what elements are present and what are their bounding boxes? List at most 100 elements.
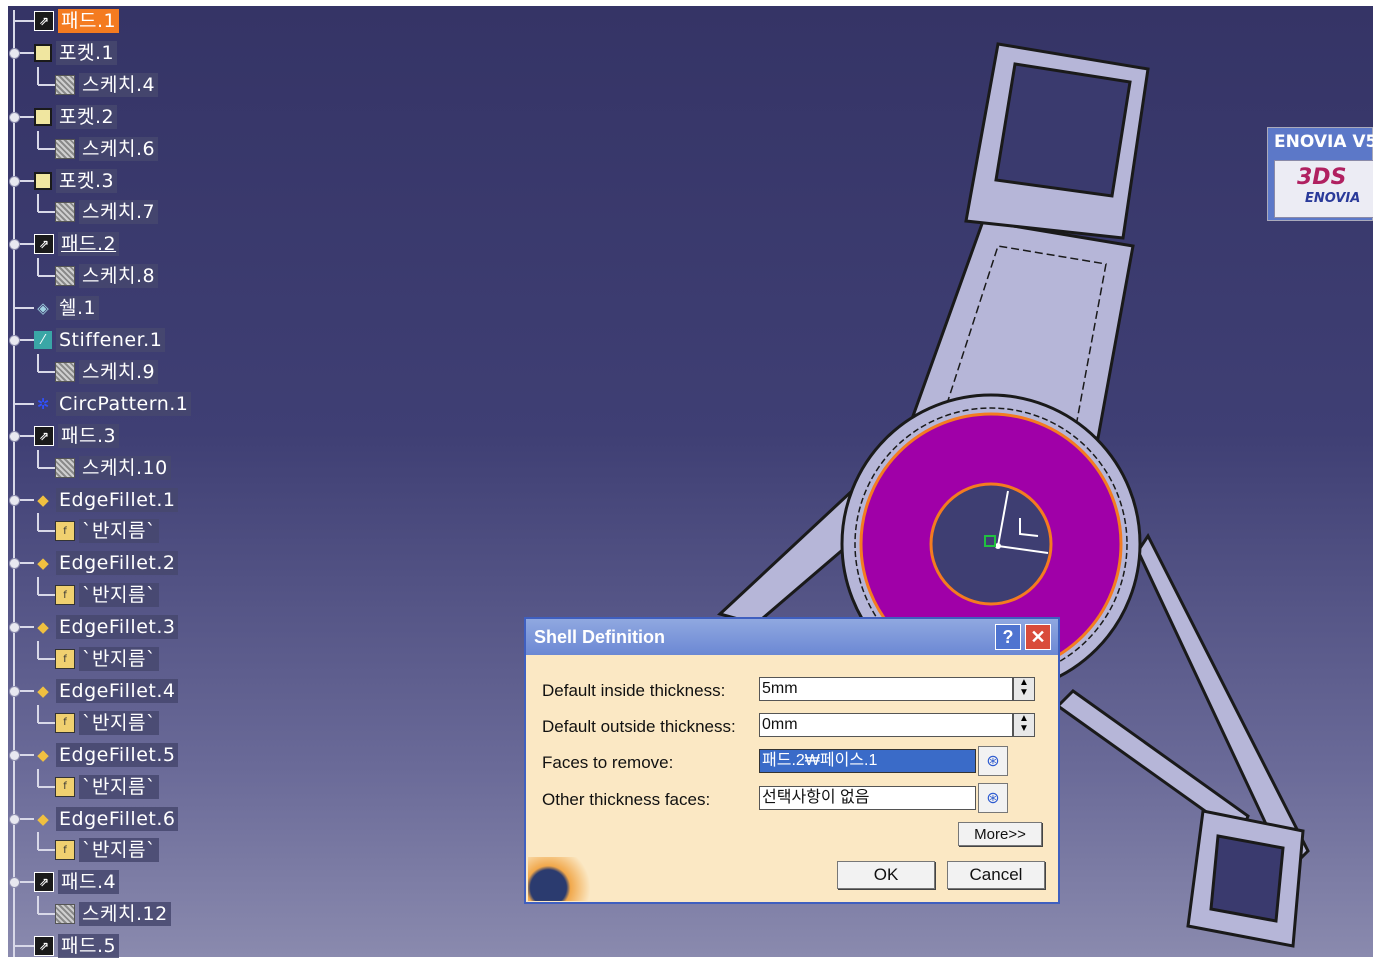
- fillet-icon: ◆: [37, 809, 49, 828]
- tree-item[interactable]: f `반지름`: [55, 582, 159, 608]
- tree-item[interactable]: ◆ EdgeFillet.2: [34, 550, 179, 576]
- tree-item[interactable]: ⇗ 패드.3: [34, 423, 120, 449]
- inside-thickness-field[interactable]: 5mm: [759, 677, 1013, 701]
- tree-item-label: 패드.5: [58, 934, 120, 959]
- tree-expander-icon[interactable]: [9, 749, 20, 761]
- tree-expander-icon[interactable]: [9, 622, 20, 634]
- dialog-titlebar[interactable]: Shell Definition ? ✕: [526, 619, 1058, 655]
- tree-expander-icon[interactable]: [9, 813, 20, 825]
- tree-item-label: EdgeFillet.3: [56, 615, 179, 640]
- tree-item[interactable]: 포켓.1: [34, 40, 118, 66]
- pad-icon: ⇗: [34, 425, 54, 446]
- tree-item-label: 패드.3: [58, 423, 120, 448]
- tree-expander-icon[interactable]: [9, 335, 20, 346]
- tree-item[interactable]: 스케치.12: [55, 901, 171, 927]
- tree-item[interactable]: f `반지름`: [55, 837, 159, 863]
- pocket-icon: [34, 43, 52, 62]
- tree-item[interactable]: ⇗ 패드.4: [34, 869, 120, 895]
- ok-button[interactable]: OK: [837, 861, 935, 889]
- outside-thickness-field[interactable]: 0mm: [759, 713, 1013, 737]
- tree-item[interactable]: f `반지름`: [55, 710, 159, 736]
- tree-item-label: `반지름`: [79, 710, 159, 735]
- pad-icon: ⇗: [34, 234, 54, 255]
- tree-item[interactable]: 포켓.2: [34, 104, 118, 130]
- tree-expander-icon[interactable]: [9, 430, 20, 442]
- faces-to-remove-pick-icon[interactable]: ⊛: [978, 746, 1008, 776]
- pocket-icon: [34, 107, 52, 126]
- tree-item-label: EdgeFillet.5: [56, 742, 179, 767]
- tree-item[interactable]: f `반지름`: [55, 646, 159, 672]
- tree-item[interactable]: 스케치.8: [55, 263, 159, 289]
- outside-thickness-label: Default outside thickness:: [542, 717, 736, 736]
- tree-item[interactable]: ◆ EdgeFillet.3: [34, 614, 179, 640]
- sketch-icon: [55, 904, 75, 925]
- tree-expander-icon[interactable]: [9, 685, 20, 697]
- tree-item-label: 스케치.4: [79, 72, 159, 97]
- dialog-decoration: [528, 857, 596, 901]
- tree-item[interactable]: ◈ 쉘.1: [34, 295, 100, 321]
- tree-item-label: 패드.4: [58, 870, 120, 895]
- other-thickness-faces-pick-icon[interactable]: ⊛: [978, 783, 1008, 813]
- tree-item-label: EdgeFillet.1: [56, 487, 179, 512]
- radius-icon: f: [55, 840, 75, 861]
- fillet-icon: ◆: [37, 554, 49, 573]
- tree-expander-icon[interactable]: [9, 877, 20, 889]
- fillet-icon: ◆: [37, 745, 49, 764]
- pad-icon: ⇗: [34, 11, 54, 31]
- tree-item-label: `반지름`: [79, 583, 159, 608]
- tree-item[interactable]: 스케치.10: [55, 455, 171, 481]
- inside-thickness-spinner[interactable]: ▲ ▼: [1013, 677, 1035, 701]
- tree-item-label: 스케치.7: [79, 200, 159, 225]
- tree-item[interactable]: 스케치.6: [55, 136, 159, 162]
- tree-item-label: 패드.1: [58, 9, 120, 33]
- tree-expander-icon[interactable]: [9, 239, 20, 251]
- sketch-icon: [55, 457, 75, 478]
- close-button[interactable]: ✕: [1025, 624, 1051, 650]
- fillet-icon: ◆: [37, 490, 49, 509]
- tree-expander-icon[interactable]: [9, 494, 20, 506]
- sketch-icon: [55, 266, 75, 287]
- tree-item[interactable]: 스케치.9: [55, 359, 159, 385]
- outside-thickness-spinner[interactable]: ▲ ▼: [1013, 713, 1035, 737]
- tree-item-label: EdgeFillet.2: [56, 551, 179, 576]
- cancel-button[interactable]: Cancel: [947, 861, 1045, 889]
- tree-item-label: 스케치.8: [79, 264, 159, 289]
- enovia-button[interactable]: 3DS ENOVIA: [1274, 160, 1373, 218]
- radius-icon: f: [55, 776, 75, 797]
- tree-expander-icon[interactable]: [9, 47, 20, 59]
- tree-item[interactable]: ⇗ 패드.2: [34, 231, 120, 257]
- tree-item[interactable]: ⇗ 패드.5: [34, 933, 120, 959]
- shell-icon: ◈: [37, 299, 49, 318]
- tree-item[interactable]: ✲ CircPattern.1: [34, 391, 192, 417]
- more-button[interactable]: More>>: [958, 822, 1042, 846]
- tree-item[interactable]: ◆ EdgeFillet.1: [34, 487, 179, 513]
- enovia-logo-text: ENOVIA: [1305, 191, 1361, 206]
- tree-item-label: `반지름`: [79, 838, 159, 863]
- shell-definition-dialog: Shell Definition ? ✕ Default inside thic…: [524, 617, 1060, 904]
- tree-item[interactable]: ◆ EdgeFillet.6: [34, 806, 179, 832]
- sketch-icon: [55, 202, 75, 223]
- tree-item-label: 쉘.1: [56, 296, 100, 321]
- tree-item[interactable]: f `반지름`: [55, 518, 159, 544]
- tree-item[interactable]: 포켓.3: [34, 168, 118, 194]
- tree-item-label: EdgeFillet.4: [56, 678, 179, 703]
- tree-item[interactable]: ⁄ Stiffener.1: [34, 327, 166, 353]
- tree-item[interactable]: 스케치.4: [55, 72, 159, 98]
- faces-to-remove-label: Faces to remove:: [542, 753, 674, 772]
- other-thickness-faces-field[interactable]: 선택사항이 없음: [759, 786, 976, 810]
- help-button[interactable]: ?: [995, 624, 1021, 650]
- tree-expander-icon[interactable]: [9, 111, 20, 123]
- tree-item[interactable]: 스케치.7: [55, 199, 159, 225]
- pad-icon: ⇗: [34, 936, 54, 957]
- faces-to-remove-field[interactable]: 패드.2₩페이스.1: [759, 749, 976, 773]
- tree-item[interactable]: ◆ EdgeFillet.4: [34, 678, 179, 704]
- tree-item[interactable]: f `반지름`: [55, 774, 159, 800]
- tree-item[interactable]: ◆ EdgeFillet.5: [34, 742, 179, 768]
- tree-expander-icon[interactable]: [9, 175, 20, 187]
- tree-item[interactable]: ⇗ 패드.1: [34, 8, 120, 34]
- tree-item-label: 포켓.3: [56, 168, 118, 193]
- radius-icon: f: [55, 712, 75, 733]
- pad-icon: ⇗: [34, 872, 54, 893]
- radius-icon: f: [55, 585, 75, 606]
- tree-expander-icon[interactable]: [9, 558, 20, 570]
